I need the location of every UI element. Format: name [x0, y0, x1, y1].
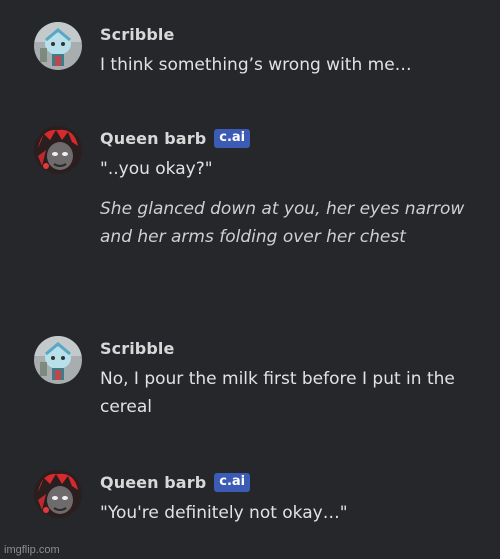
author-name: Scribble: [100, 24, 175, 44]
message-text: I think something’s wrong with me…: [100, 55, 412, 75]
message-text: "..you okay?": [100, 159, 213, 179]
ai-badge: c.ai: [214, 128, 251, 148]
queen-barb-avatar-icon: [34, 126, 82, 174]
scribble-avatar-icon: [34, 22, 82, 70]
avatar[interactable]: [34, 336, 82, 384]
author-name: Queen barb: [100, 128, 207, 148]
author-name: Queen barb: [100, 472, 207, 492]
message-narration: She glanced down at you, her eyes narrow…: [100, 199, 465, 247]
scribble-avatar-icon: [34, 336, 82, 384]
avatar[interactable]: [34, 126, 82, 174]
queen-barb-avatar-icon: [34, 470, 82, 518]
message-text: No, I pour the milk first before I put i…: [100, 369, 461, 417]
watermark: imgflip.com: [4, 544, 60, 556]
ai-badge: c.ai: [214, 472, 251, 492]
avatar[interactable]: [34, 470, 82, 518]
avatar[interactable]: [34, 22, 82, 70]
message-text: "You're definitely not okay…": [100, 503, 348, 523]
author-name: Scribble: [100, 338, 175, 358]
